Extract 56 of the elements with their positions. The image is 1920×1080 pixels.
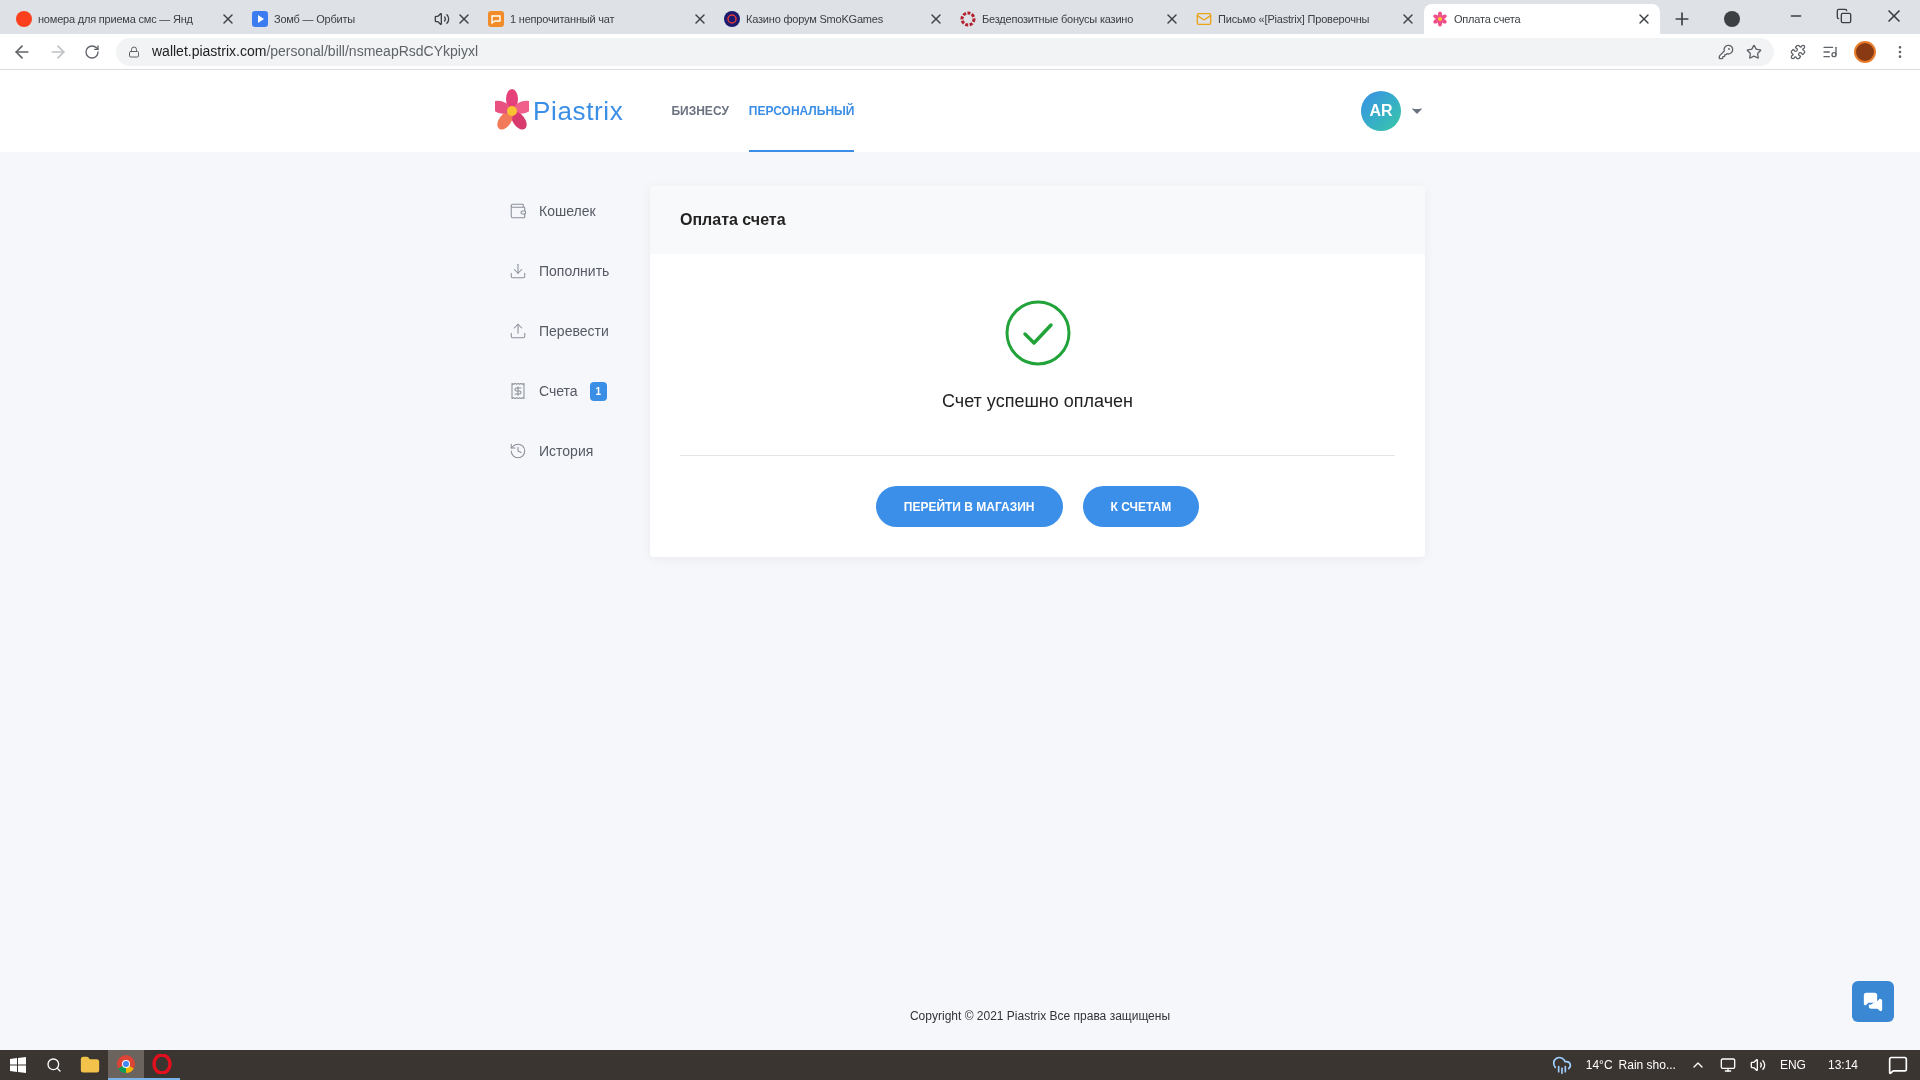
- browser-tab[interactable]: Оплата счета: [1424, 4, 1660, 34]
- extensions-icon[interactable]: [1790, 43, 1806, 60]
- tab-title: Письмо «[Piastrix] Проверочны: [1218, 11, 1371, 27]
- play-icon: [252, 11, 268, 27]
- lock-icon: [128, 45, 140, 58]
- sidebar-link[interactable]: История: [539, 440, 594, 462]
- count-badge: 1: [589, 381, 608, 401]
- reload-icon[interactable]: [84, 43, 100, 60]
- tab-title: Зомб — Орбиты: [274, 11, 357, 27]
- copyright-text: Copyright © 2021 Piastrix Все права защищены: [909, 1008, 1171, 1025]
- sidebar-icon: [509, 322, 527, 340]
- round-logo-icon: [724, 11, 740, 27]
- clock-text[interactable]: 13:14: [1827, 1056, 1858, 1074]
- card-title: Оплата счета: [680, 210, 786, 230]
- tab-title: Бездепозитные бонусы казино: [982, 11, 1135, 27]
- restore-icon[interactable]: [1836, 8, 1852, 24]
- sidebar-link[interactable]: Пополнить: [539, 260, 610, 282]
- url-text: wallet.piastrix.com/personal/bill/nsmeapRsdCYkpiyxl: [152, 42, 480, 61]
- star-icon[interactable]: [1746, 43, 1762, 60]
- flower-icon: [1432, 11, 1448, 27]
- profile-avatar[interactable]: [1854, 40, 1876, 63]
- chrome-icon: [116, 1054, 136, 1074]
- chat-icon: [1863, 991, 1883, 1012]
- nav-link[interactable]: БИЗНЕСУ: [671, 70, 729, 152]
- folder-icon: [80, 1055, 100, 1075]
- ring-logo-icon: [960, 11, 976, 27]
- weather-icon: [1551, 1055, 1572, 1075]
- temperature-text: 14°C: [1585, 1057, 1613, 1074]
- sidebar-icon: [509, 262, 527, 280]
- notifications-icon[interactable]: [1888, 1055, 1908, 1075]
- tab-title: 1 непрочитанный чат: [510, 11, 616, 27]
- key-icon[interactable]: [1718, 43, 1734, 60]
- success-check-icon: [1004, 300, 1071, 366]
- tab-title: Казино форум SmoKGames: [746, 11, 884, 27]
- opera-icon: [152, 1054, 172, 1074]
- network-icon[interactable]: [1719, 1057, 1736, 1073]
- sidebar-icon: [509, 442, 527, 460]
- sidebar-link[interactable]: Кошелек: [539, 200, 596, 222]
- chat-button[interactable]: [1852, 981, 1894, 1022]
- sidebar-link[interactable]: Перевести: [539, 320, 609, 342]
- chat-icon: [488, 11, 504, 27]
- sidebar-icon: [509, 382, 527, 400]
- weather-text: Rain sho...: [1618, 1057, 1676, 1074]
- sidebar-link[interactable]: Счета: [539, 380, 578, 402]
- flower-logo-icon: [495, 89, 529, 133]
- address-field[interactable]: wallet.piastrix.com/personal/bill/nsmeapRsdCYkpiyxl: [116, 37, 1774, 66]
- search-icon[interactable]: [46, 1057, 62, 1073]
- tab-title: номера для приема смс — Янд: [38, 11, 194, 27]
- taskbar-app[interactable]: [108, 1050, 144, 1080]
- volume-icon[interactable]: [1749, 1057, 1766, 1073]
- envelope-icon: [1196, 11, 1212, 27]
- tab-title: Оплата счета: [1454, 11, 1522, 27]
- sidebar-icon: [509, 202, 527, 220]
- success-message: Счет успешно оплачен: [942, 390, 1133, 413]
- speaker-icon[interactable]: [434, 11, 450, 27]
- language-indicator[interactable]: ENG: [1779, 1056, 1806, 1074]
